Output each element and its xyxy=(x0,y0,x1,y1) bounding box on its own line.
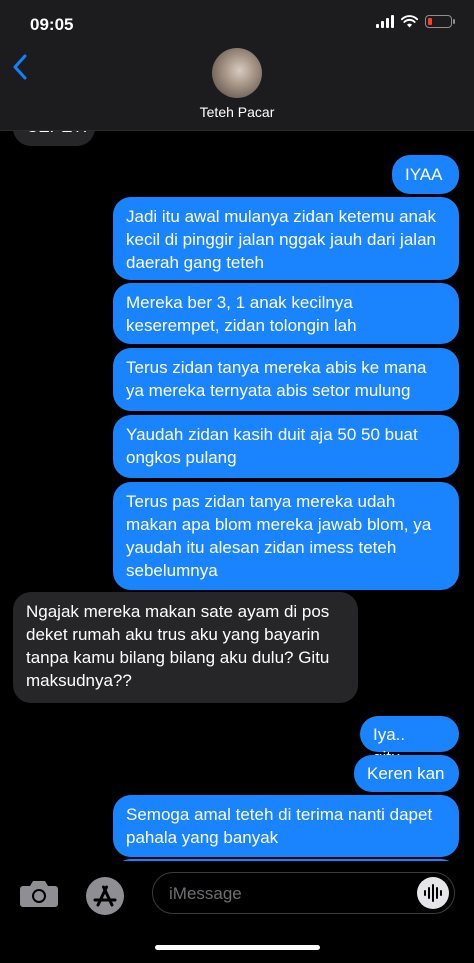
contact-avatar[interactable] xyxy=(212,48,262,98)
sent-message[interactable]: Terus zidan tanya mereka abis ke mana ya… xyxy=(113,348,459,411)
sent-message[interactable]: Terus pas zidan tanya mereka udah makan … xyxy=(113,482,459,590)
home-indicator[interactable] xyxy=(155,945,320,950)
apps-button[interactable] xyxy=(84,875,126,917)
sent-message[interactable]: Semoga amal teteh di terima nanti dapet … xyxy=(113,795,459,857)
audio-message-button[interactable] xyxy=(417,877,449,909)
waveform-icon xyxy=(424,884,442,902)
back-button[interactable] xyxy=(6,50,34,84)
message-input-placeholder: iMessage xyxy=(169,884,242,903)
cellular-signal-icon xyxy=(376,15,394,28)
message-list[interactable]: CEPET! IYAA Jadi itu awal mulanya zidan … xyxy=(0,131,474,861)
sent-message[interactable]: Jadi itu awal mulanya zidan ketemu anak … xyxy=(113,197,459,280)
sent-message[interactable]: IYAA xyxy=(392,155,459,194)
compose-bar: iMessage xyxy=(0,861,474,963)
battery-icon xyxy=(425,15,455,28)
chevron-left-icon xyxy=(13,54,27,80)
sent-message[interactable]: Yaudah zidan kasih duit aja 50 50 buat o… xyxy=(113,415,459,478)
sent-message[interactable]: Iya.. gitu.. xyxy=(360,716,459,767)
contact-name[interactable]: Teteh Pacar xyxy=(0,104,474,120)
app-store-icon xyxy=(86,877,124,915)
sent-message[interactable]: Mereka ber 3, 1 anak kecilnya keserempet… xyxy=(113,283,459,344)
message-input[interactable]: iMessage xyxy=(152,872,455,914)
conversation-header: 09:05 Teteh Pacar xyxy=(0,0,474,131)
status-icons xyxy=(376,15,455,28)
received-message[interactable]: Ngajak mereka makan sate ayam di pos dek… xyxy=(13,592,358,703)
sent-message[interactable]: Keren kan xyxy=(354,755,459,792)
camera-icon xyxy=(20,881,58,907)
wifi-icon xyxy=(401,15,418,28)
received-message[interactable]: CEPET! xyxy=(13,131,95,146)
status-time: 09:05 xyxy=(30,15,74,34)
camera-button[interactable] xyxy=(18,878,60,908)
